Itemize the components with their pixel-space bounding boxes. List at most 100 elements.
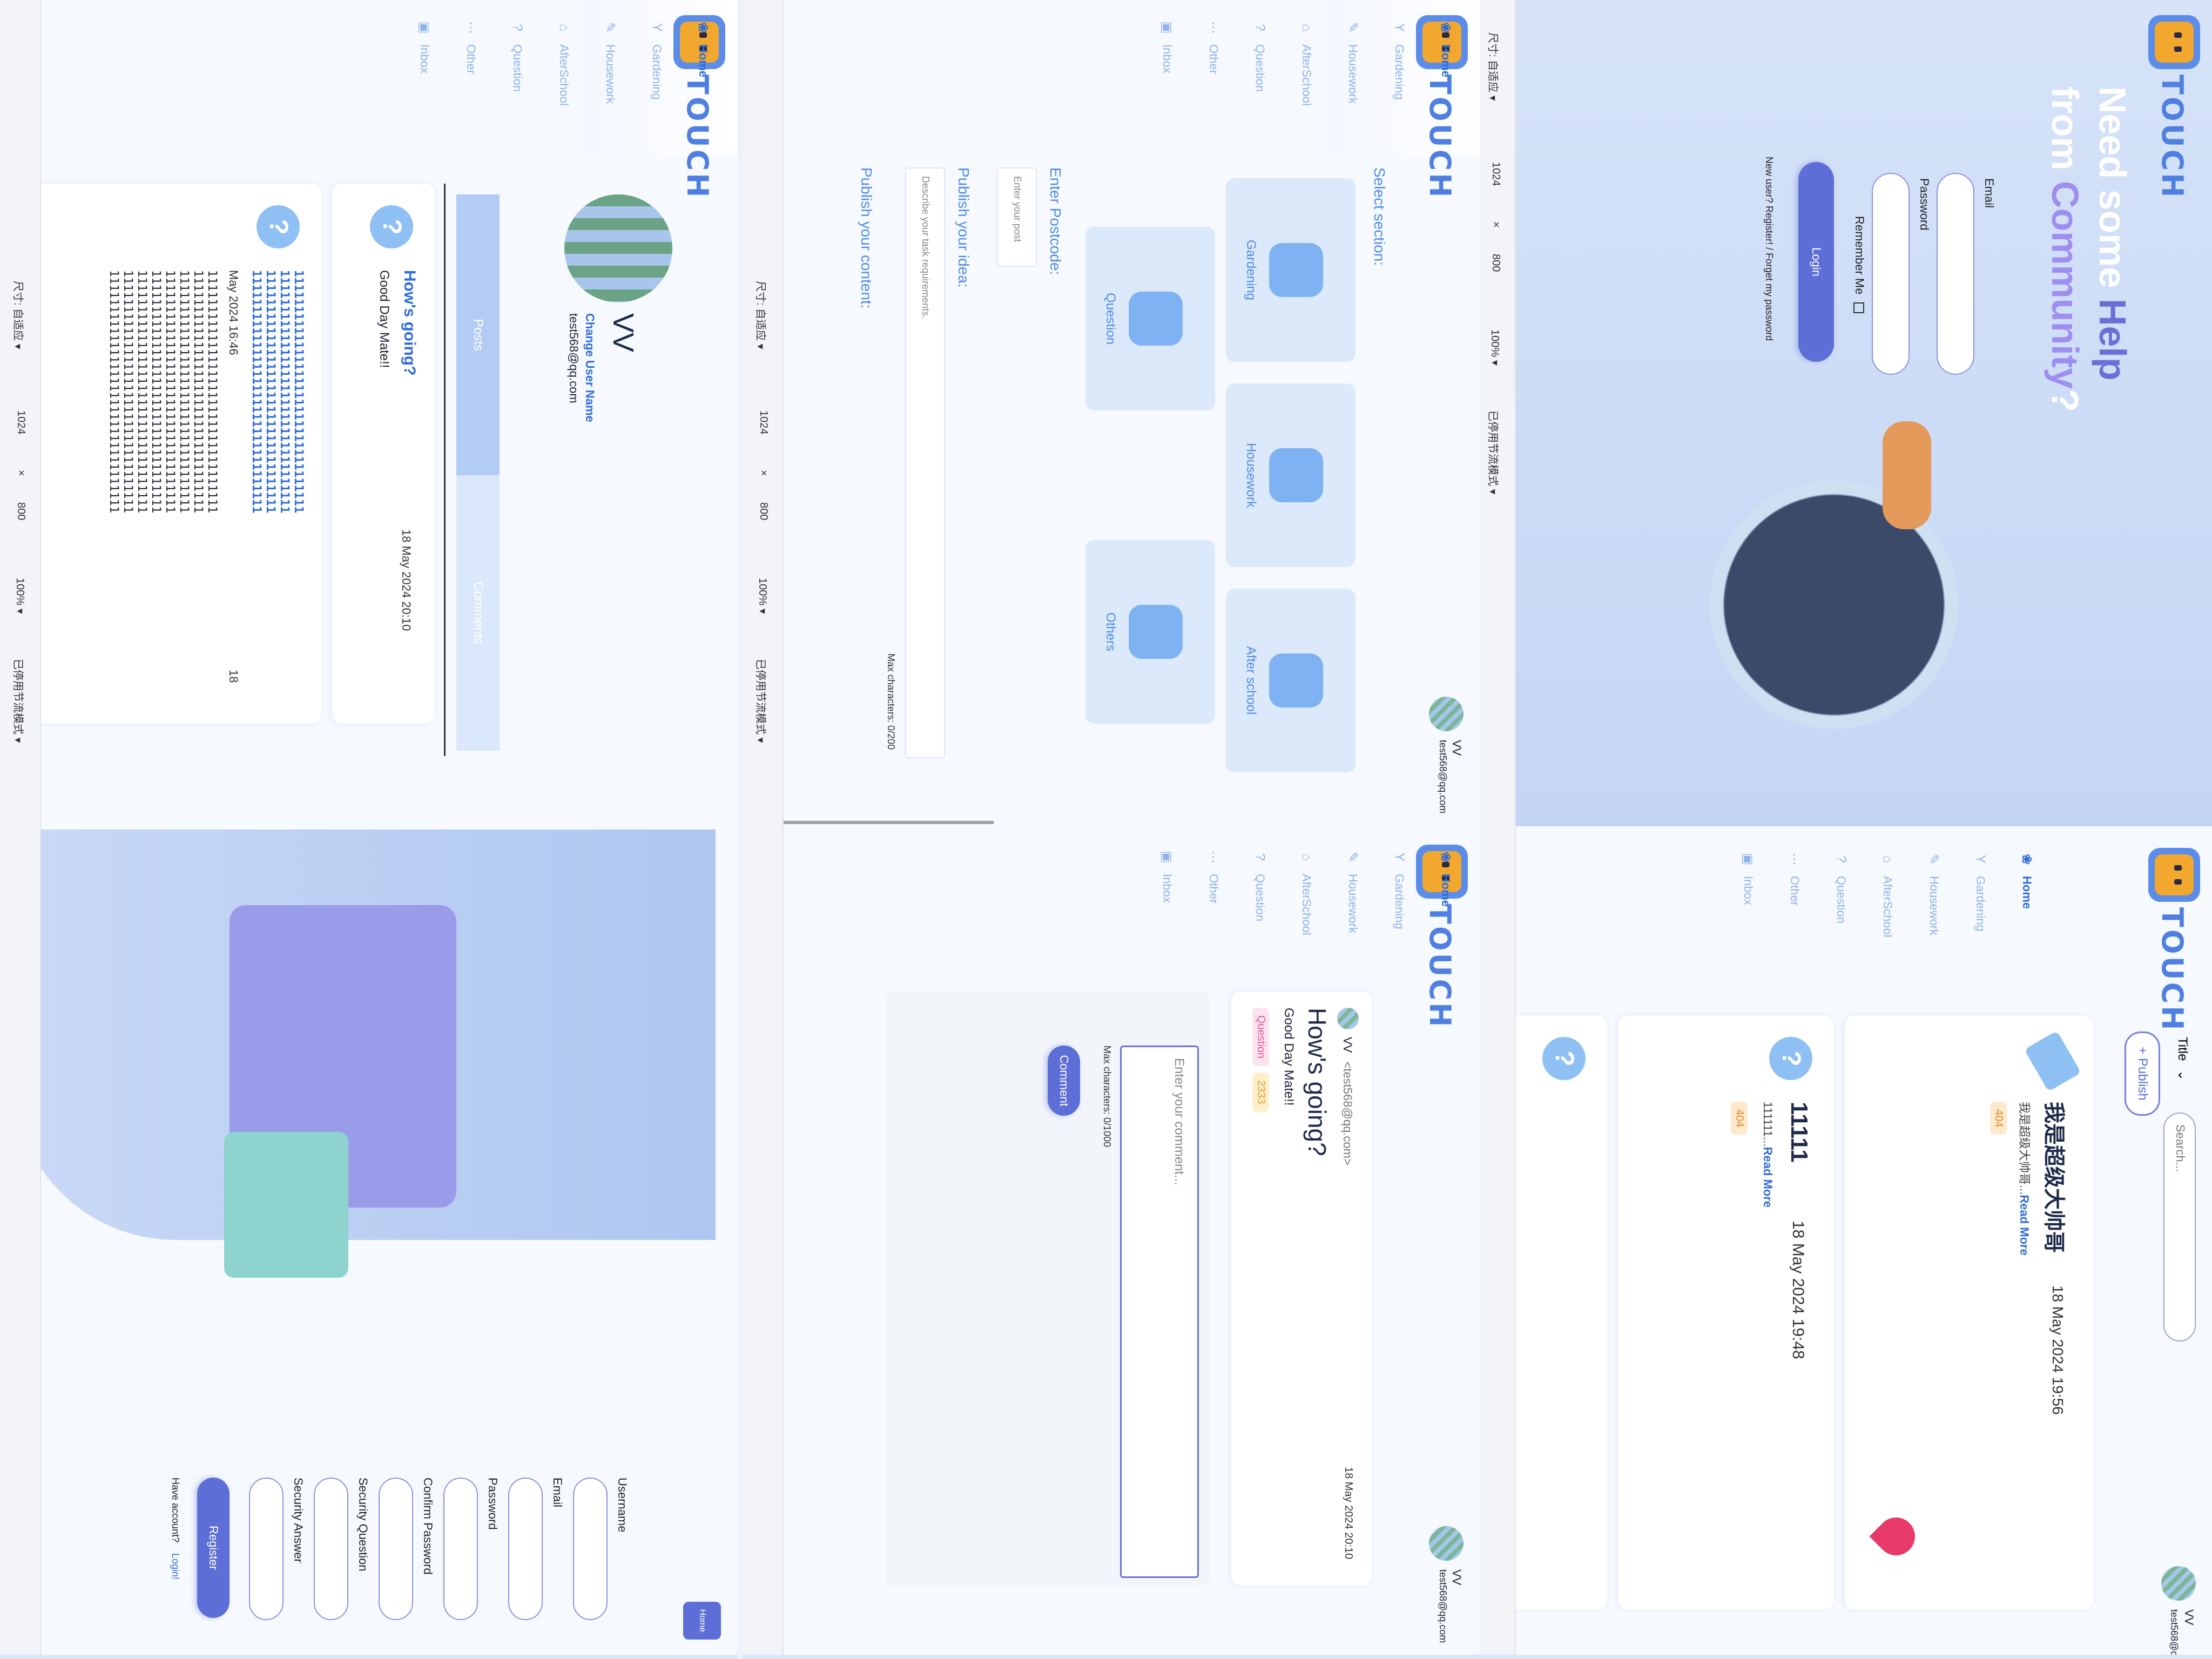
remember-me[interactable]: Remember Me	[1852, 216, 1866, 313]
username-input[interactable]	[573, 1478, 608, 1620]
zoom-selector[interactable]: 100% ▾	[14, 578, 27, 614]
nav-label: Other	[1788, 876, 1802, 906]
password-input[interactable]	[443, 1478, 478, 1620]
login-button[interactable]: Login	[1798, 162, 1834, 362]
remember-checkbox[interactable]	[1853, 302, 1864, 313]
nav-inbox[interactable]: ▣ Inbox	[401, 18, 448, 148]
width-value[interactable]: 1024	[1489, 162, 1502, 186]
nav-home[interactable]: ❀ Home	[2004, 850, 2050, 980]
nav-inbox[interactable]: ▣ Inbox	[1144, 18, 1190, 148]
publish-button[interactable]: + Publish	[2125, 1031, 2160, 1116]
profile-avatar[interactable]	[564, 194, 672, 302]
avatar[interactable]	[2161, 1566, 2196, 1601]
profile-tabs: Posts Comments	[456, 194, 500, 751]
height-value[interactable]: 800	[1489, 254, 1502, 272]
devtools-status-bar: 尺寸: 自适应 ▾ 1024 × 800 100% ▾ 已停用节流模式 ▾	[0, 0, 41, 1655]
nav-afterschool[interactable]: ⌂ AfterSchool	[1864, 850, 1911, 980]
height-value[interactable]: 800	[15, 502, 27, 520]
throttle-selector[interactable]: 已停用节流模式 ▾	[754, 659, 770, 743]
nav-gardening[interactable]: Y Gardening	[1376, 848, 1422, 977]
tab-comments[interactable]: Comments	[456, 475, 500, 751]
section-question[interactable]: Question	[1085, 227, 1215, 410]
nav-housework[interactable]: ✎ Housework	[1911, 850, 1957, 980]
inbox-icon: ▣	[1159, 851, 1175, 864]
section-housework[interactable]: Housework	[1226, 383, 1355, 567]
email-input[interactable]	[1937, 173, 1974, 375]
section-afterschool[interactable]: After school	[1226, 589, 1355, 772]
read-more-link[interactable]: Read More	[1761, 1147, 1775, 1208]
avatar[interactable]	[1429, 697, 1464, 731]
nav-afterschool[interactable]: ⌂ AfterSchool	[541, 18, 587, 148]
nav-gardening[interactable]: Y Gardening	[633, 18, 680, 148]
long-text-line: 1111111111111111111111111111111111	[191, 270, 205, 514]
nav-question[interactable]: ? Question	[1237, 848, 1283, 977]
security-question-input[interactable]	[314, 1478, 348, 1620]
nav-other[interactable]: ⋯ Other	[1190, 18, 1237, 148]
post-card[interactable]: 我是超级大帅哥 18 May 2024 19:56 我是超级大帅哥...Read…	[1845, 1015, 2093, 1609]
width-value[interactable]: 1024	[757, 410, 770, 435]
postcode-label: Enter Postcode:	[1047, 167, 1064, 275]
nav-other[interactable]: ⋯ Other	[448, 18, 494, 148]
idea-textarea[interactable]: Describe your task requirements.	[905, 167, 945, 758]
zoom-selector[interactable]: 100% ▾	[1488, 329, 1502, 366]
long-text-line: 1111111111111111111111111111111111	[278, 270, 291, 514]
size-selector[interactable]: 尺寸: 自适应 ▾	[754, 281, 770, 349]
profile-long-post-card[interactable]: ? 1111111111111111111111111111111111 111…	[3, 184, 321, 724]
section-gardening[interactable]: Gardening	[1226, 178, 1355, 362]
throttle-selector[interactable]: 已停用节流模式 ▾	[1486, 410, 1502, 495]
nav-gardening[interactable]: Y Gardening	[1376, 18, 1422, 148]
width-value[interactable]: 1024	[15, 410, 27, 435]
password-input[interactable]	[1872, 173, 1910, 375]
nav-home[interactable]: ❀ Home	[1422, 848, 1469, 977]
login-link[interactable]: Login!	[170, 1553, 181, 1580]
home-button[interactable]: Home	[683, 1602, 721, 1640]
nav-gardening[interactable]: Y Gardening	[1957, 850, 2004, 980]
long-text-line: 1111111111111111111111111111111111	[249, 270, 263, 514]
size-selector[interactable]: 尺寸: 自适应 ▾	[1486, 32, 1502, 101]
security-answer-input[interactable]	[249, 1478, 284, 1620]
nav-question[interactable]: ? Question	[494, 18, 541, 148]
long-text-line: 1111111111111111111111111111111111	[292, 270, 305, 514]
height-value[interactable]: 800	[757, 502, 770, 520]
nav-housework[interactable]: ✎ Housework	[587, 18, 633, 148]
nav-afterschool[interactable]: ⌂ AfterSchool	[1283, 18, 1330, 148]
comment-input[interactable]: Enter your comment...	[1120, 1046, 1199, 1578]
avatar[interactable]	[1429, 1526, 1464, 1561]
nav-home[interactable]: ❀ Home	[680, 18, 726, 148]
filter-select[interactable]: Title ⌄	[2167, 1037, 2190, 1112]
nav-label: AfterSchool	[557, 44, 571, 106]
throttle-selector[interactable]: 已停用节流模式 ▾	[11, 659, 27, 743]
read-more-link[interactable]: Read More	[2018, 1195, 2031, 1255]
user-email: test568@qq.com	[1438, 740, 1448, 814]
change-name-link[interactable]: Change User Name	[583, 313, 597, 422]
author-line: VV <test568@qq.com>	[1340, 1037, 1354, 1165]
nav-home[interactable]: ❀ Home	[1422, 18, 1469, 148]
nav-afterschool[interactable]: ⌂ AfterSchool	[1283, 848, 1330, 977]
email-input[interactable]	[508, 1478, 543, 1620]
nav-inbox[interactable]: ▣ Inbox	[1144, 848, 1190, 977]
devtools-status-bar: 尺寸: 自适应 ▾ 1024 × 800 100% ▾ 已停用节流模式 ▾	[743, 0, 784, 1655]
nav-housework[interactable]: ✎ Housework	[1330, 18, 1376, 148]
nav-question[interactable]: ? Question	[1818, 850, 1864, 980]
email-label: Email	[1982, 178, 1996, 208]
question-icon: ?	[1542, 1037, 1586, 1080]
zoom-selector[interactable]: 100% ▾	[756, 578, 770, 614]
register-button[interactable]: Register	[197, 1478, 230, 1618]
register-forget-links[interactable]: New user? Register! / Forget my password	[1763, 157, 1775, 341]
nav-question[interactable]: ? Question	[1237, 18, 1283, 148]
profile-post-card[interactable]: ? How's going? 18 May 2024 20:10 Good Da…	[332, 184, 435, 724]
nav-inbox[interactable]: ▣ Inbox	[1725, 850, 1771, 980]
size-selector[interactable]: 尺寸: 自适应 ▾	[11, 281, 27, 349]
comment-button[interactable]: Comment	[1048, 1046, 1080, 1116]
postcode-input[interactable]: Enter your post	[997, 167, 1037, 267]
confirm-password-input[interactable]	[379, 1478, 413, 1620]
nav-other[interactable]: ⋯ Other	[1771, 850, 1818, 980]
heart-icon[interactable]	[1869, 1509, 1923, 1563]
tab-posts[interactable]: Posts	[456, 194, 500, 475]
plant-icon	[1269, 243, 1323, 297]
search-input[interactable]: Search...	[2163, 1112, 2196, 1341]
nav-housework[interactable]: ✎ Housework	[1330, 848, 1376, 977]
section-others[interactable]: Others	[1085, 540, 1215, 724]
nav-other[interactable]: ⋯ Other	[1190, 848, 1237, 977]
post-card[interactable]: ? 11111 18 May 2024 19:48 111111...Read …	[1618, 1015, 1834, 1609]
